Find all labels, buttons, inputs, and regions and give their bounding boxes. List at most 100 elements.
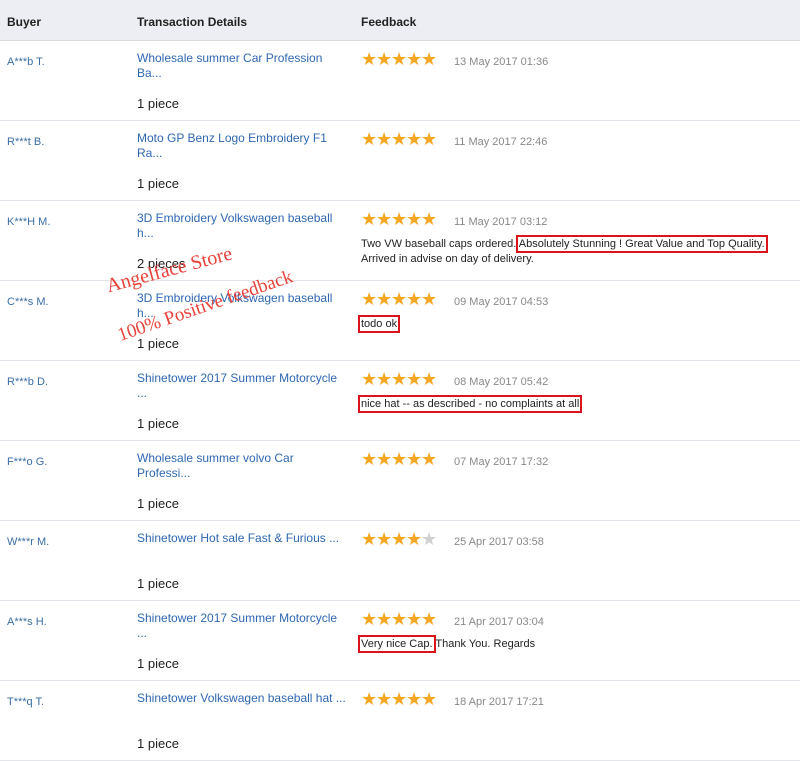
product-link[interactable]: Wholesale summer volvo Car Professi...	[137, 451, 349, 481]
star-icon: ★	[406, 129, 423, 150]
star-icon: ★	[376, 449, 393, 470]
star-rating: ★★★★★	[361, 529, 438, 550]
star-icon: ★	[406, 449, 423, 470]
quantity: 1 piece	[137, 336, 179, 351]
star-icon: ★	[406, 689, 423, 710]
buyer-name: W***r M.	[7, 536, 50, 548]
star-icon: ★	[361, 209, 378, 230]
highlighted-comment-text: todo ok	[357, 315, 401, 333]
star-icon: ★	[406, 369, 423, 390]
feedback-comment: Very nice Cap. Thank You. Regards	[358, 635, 800, 653]
star-icon: ★	[376, 49, 393, 70]
feedback-date: 11 May 2017 03:12	[454, 216, 548, 228]
quantity: 1 piece	[137, 736, 179, 751]
star-icon: ★	[406, 209, 423, 230]
product-link[interactable]: Shinetower Volkswagen baseball hat ...	[137, 691, 349, 706]
star-icon: ★	[376, 209, 393, 230]
table-row: A***s H. Shinetower 2017 Summer Motorcycl…	[0, 601, 800, 681]
star-icon: ★	[421, 49, 438, 70]
feedback-comment: todo ok	[357, 315, 800, 333]
table-row: T***q T. Shinetower Volkswagen baseball h…	[0, 681, 800, 761]
buyer-name: R***b D.	[7, 376, 48, 388]
star-icon: ★	[361, 289, 378, 310]
feedback-date: 21 Apr 2017 03:04	[454, 616, 544, 628]
comment-text: Two VW baseball caps ordered.	[361, 238, 519, 250]
product-link[interactable]: Shinetower 2017 Summer Motorcycle ...	[137, 611, 349, 641]
star-icon: ★	[406, 289, 423, 310]
feedback-date: 09 May 2017 04:53	[454, 296, 549, 308]
quantity: 2 pieces	[137, 256, 186, 271]
star-rating: ★★★★★	[361, 689, 438, 710]
table-row: C***s M. 3D Embroidery Volkswagen basebal…	[0, 281, 800, 361]
product-link[interactable]: 3D Embroidery Volkswagen baseball h...	[137, 211, 349, 241]
star-icon: ★	[421, 689, 438, 710]
quantity: 1 piece	[137, 96, 179, 111]
star-icon: ★	[391, 529, 408, 550]
star-icon: ★	[421, 609, 438, 630]
buyer-name: A***s H.	[7, 616, 47, 628]
star-icon: ★	[376, 529, 393, 550]
star-rating: ★★★★★	[361, 609, 438, 630]
star-icon: ★	[391, 609, 408, 630]
table-row: A***b T. Wholesale summer Car Profession …	[0, 41, 800, 121]
star-icon: ★	[421, 209, 438, 230]
quantity: 1 piece	[137, 496, 179, 511]
star-icon: ★	[376, 609, 393, 630]
feedback-date: 13 May 2017 01:36	[454, 56, 549, 68]
star-icon: ★	[376, 289, 393, 310]
highlighted-comment-text: Absolutely Stunning ! Great Value and To…	[515, 235, 768, 253]
feedback-comment: Two VW baseball caps ordered. Absolutely…	[361, 235, 800, 267]
feedback-comment: nice hat -- as described - no complaints…	[357, 395, 800, 413]
buyer-name: C***s M.	[7, 296, 49, 308]
quantity: 1 piece	[137, 416, 179, 431]
feedback-date: 25 Apr 2017 03:58	[454, 536, 544, 548]
table-row: F***o G. Wholesale summer volvo Car Profe…	[0, 441, 800, 521]
star-rating: ★★★★★	[361, 449, 438, 470]
star-icon: ★	[361, 49, 378, 70]
star-icon: ★	[406, 49, 423, 70]
star-icon: ★	[421, 129, 438, 150]
buyer-column-header: Buyer	[7, 15, 42, 29]
star-icon: ★	[391, 369, 408, 390]
quantity: 1 piece	[137, 176, 179, 191]
quantity: 1 piece	[137, 656, 179, 671]
star-icon: ★	[391, 49, 408, 70]
buyer-name: K***H M.	[7, 216, 51, 228]
product-link[interactable]: Moto GP Benz Logo Embroidery F1 Ra...	[137, 131, 349, 161]
comment-text: Arrived in advise on day of delivery.	[361, 253, 534, 265]
buyer-name: T***q T.	[7, 696, 45, 708]
star-icon: ★	[406, 529, 423, 550]
star-icon: ★	[421, 289, 438, 310]
table-row: K***H M. 3D Embroidery Volkswagen basebal…	[0, 201, 800, 281]
star-rating: ★★★★★	[361, 129, 438, 150]
star-rating: ★★★★★	[361, 209, 438, 230]
star-icon: ★	[376, 369, 393, 390]
highlighted-comment-text: Very nice Cap.	[358, 635, 436, 653]
star-icon: ★	[391, 689, 408, 710]
feedback-column-header: Feedback	[361, 15, 417, 29]
feedback-date: 11 May 2017 22:46	[454, 136, 548, 148]
feedback-date: 08 May 2017 05:42	[454, 376, 549, 388]
quantity: 1 piece	[137, 576, 179, 591]
product-link[interactable]: Shinetower 2017 Summer Motorcycle ...	[137, 371, 349, 401]
buyer-name: A***b T.	[7, 56, 45, 68]
star-icon: ★	[421, 369, 438, 390]
table-row: R***b D. Shinetower 2017 Summer Motorcycl…	[0, 361, 800, 441]
star-rating: ★★★★★	[361, 49, 438, 70]
product-link[interactable]: Shinetower Hot sale Fast & Furious ...	[137, 531, 349, 546]
table-row: R***t B. Moto GP Benz Logo Embroidery F1 …	[0, 121, 800, 201]
buyer-name: R***t B.	[7, 136, 45, 148]
star-icon: ★	[361, 529, 378, 550]
table-header: Buyer Transaction Details Feedback	[0, 0, 800, 41]
star-icon: ★	[391, 209, 408, 230]
star-icon: ★	[421, 529, 438, 550]
product-link[interactable]: Wholesale summer Car Profession Ba...	[137, 51, 349, 81]
product-link[interactable]: 3D Embroidery Volkswagen baseball h...	[137, 291, 349, 321]
star-icon: ★	[421, 449, 438, 470]
feedback-date: 18 Apr 2017 17:21	[454, 696, 544, 708]
star-icon: ★	[376, 129, 393, 150]
star-rating: ★★★★★	[361, 289, 438, 310]
comment-text: Thank You. Regards	[432, 638, 536, 650]
feedback-date: 07 May 2017 17:32	[454, 456, 549, 468]
star-icon: ★	[361, 609, 378, 630]
